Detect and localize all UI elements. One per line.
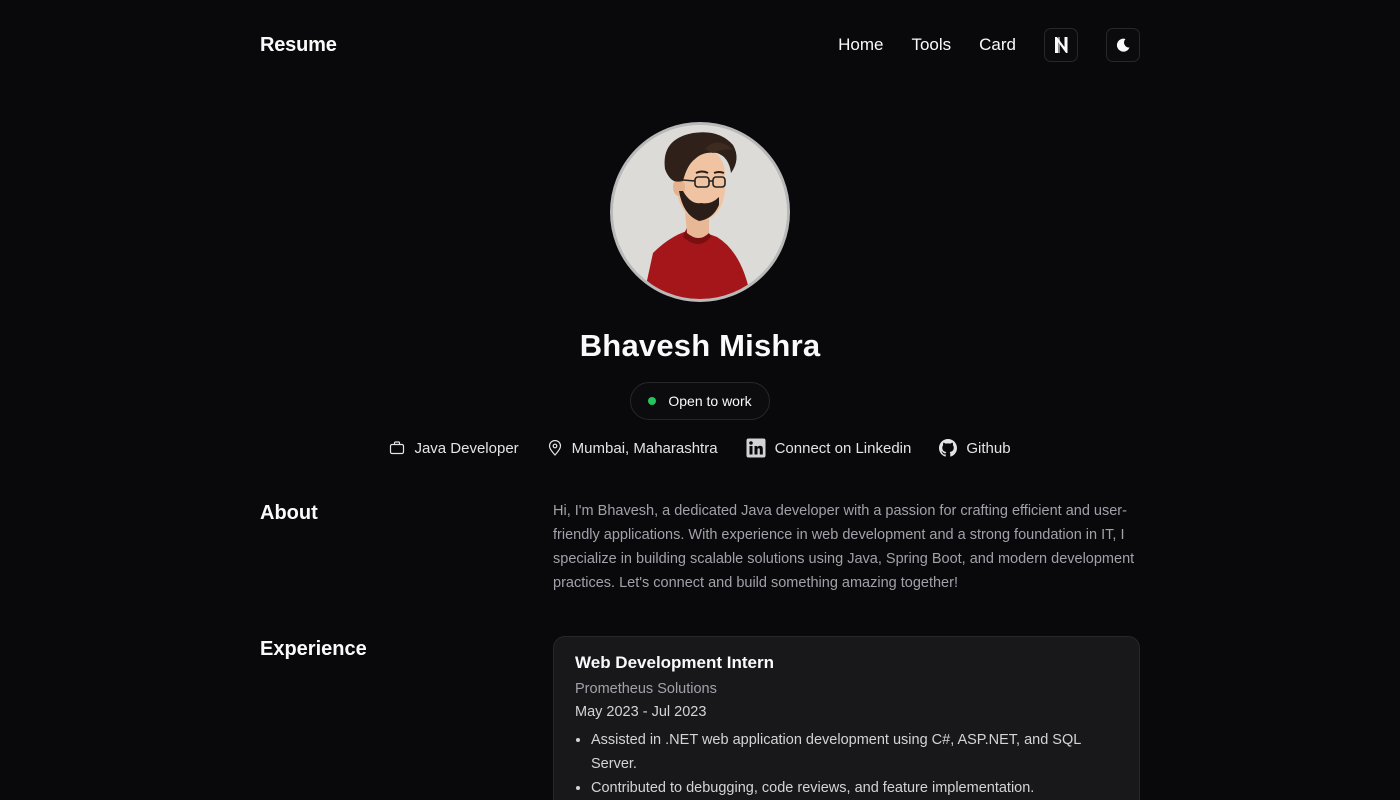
about-text: Hi, I'm Bhavesh, a dedicated Java develo… (553, 503, 1135, 591)
meta-role: Java Developer (389, 439, 519, 457)
profile-name: Bhavesh Mishra (579, 328, 821, 363)
job-dates: May 2023 - Jul 2023 (575, 704, 707, 720)
nav-card-link[interactable]: Card (979, 35, 1016, 55)
github-icon (939, 439, 958, 457)
github-label: Github (966, 439, 1011, 457)
meta-location: Mumbai, Maharashtra (547, 440, 718, 457)
moon-icon (1116, 38, 1130, 52)
status-dot-icon (648, 397, 657, 405)
n-logo-button[interactable] (1044, 28, 1078, 62)
nav-tools-link[interactable]: Tools (911, 35, 951, 55)
linkedin-label: Connect on Linkedin (774, 439, 912, 457)
status-badge: Open to work (630, 382, 770, 420)
brand-logo[interactable]: Resume (260, 34, 337, 57)
site-header: Resume Home Tools Card (260, 28, 1140, 62)
theme-toggle-button[interactable] (1106, 28, 1140, 62)
linkedin-icon (746, 438, 766, 458)
status-label: Open to work (668, 393, 752, 409)
list-item: Assisted in .NET web application develop… (591, 728, 1118, 776)
profile-avatar (610, 122, 790, 302)
company-name: Prometheus Solutions (575, 681, 717, 697)
profile-meta-row: Java Developer Mumbai, Maharashtra Conne… (0, 436, 1400, 460)
briefcase-icon (390, 441, 405, 455)
experience-card: Web Development Intern Prometheus Soluti… (553, 636, 1140, 800)
main-nav: Home Tools Card (838, 28, 1140, 62)
about-heading: About (260, 502, 318, 524)
meta-location-label: Mumbai, Maharashtra (571, 439, 718, 457)
n-logo-icon (1055, 37, 1068, 53)
job-bullets: Assisted in .NET web application develop… (575, 728, 1118, 800)
github-link[interactable]: Github (939, 439, 1011, 457)
job-title: Web Development Intern (575, 653, 774, 672)
list-item: Contributed to debugging, code reviews, … (591, 776, 1118, 800)
nav-home-link[interactable]: Home (838, 35, 883, 55)
linkedin-link[interactable]: Connect on Linkedin (746, 438, 912, 458)
map-pin-icon (548, 440, 561, 456)
resume-page: Resume Home Tools Card Bhavesh Mishra Op… (0, 0, 1400, 800)
experience-heading: Experience (260, 638, 367, 660)
meta-role-label: Java Developer (414, 439, 519, 457)
